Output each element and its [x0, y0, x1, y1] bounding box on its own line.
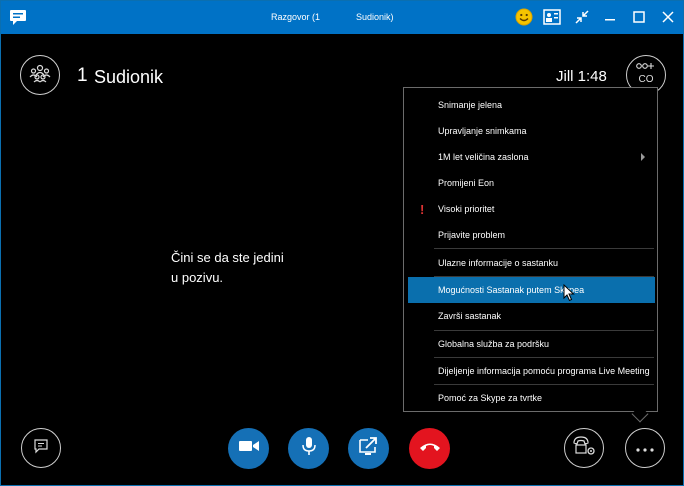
call-controls-icon — [571, 435, 597, 462]
minimize-icon[interactable] — [599, 6, 621, 28]
menu-item-label: Promijeni Eon — [438, 178, 495, 188]
video-camera-icon — [238, 438, 260, 459]
chat-button[interactable] — [21, 428, 61, 468]
menu-item-label: Snimanje jelena — [438, 100, 503, 110]
menu-item-report-problem[interactable]: Prijavite problem — [408, 222, 655, 248]
high-priority-icon: ! — [420, 201, 425, 217]
meeting-window: Razgovor (1 Sudionik) 1 Sudionik Jill 1:… — [0, 0, 684, 486]
menu-item-high-priority[interactable]: ! Visoki prioritet — [408, 196, 655, 222]
contact-card-icon[interactable] — [541, 6, 563, 28]
present-screen-icon — [358, 436, 379, 461]
menu-item-label: Globalna služba za podršku — [438, 339, 550, 349]
emoticon-icon[interactable] — [513, 6, 535, 28]
status-message: Čini se da ste jedini u pozivu. — [171, 248, 331, 288]
microphone-icon — [301, 436, 317, 461]
menu-item-record[interactable]: Snimanje jelena — [408, 92, 655, 118]
add-people-icon: CO — [633, 60, 659, 91]
menu-item-meeting-entry-info[interactable]: Ulazne informacije o sastanku — [408, 250, 655, 276]
title-bar: Razgovor (1 Sudionik) — [1, 1, 683, 34]
video-button[interactable] — [228, 428, 269, 469]
menu-item-meeting-options[interactable]: Mogućnosti Sastanak putem Skypea — [408, 277, 655, 303]
menu-item-label: Završi sastanak — [438, 311, 502, 321]
menu-item-label: 1M let veličina zaslona — [438, 152, 529, 162]
hang-up-icon — [419, 440, 441, 458]
more-options-menu: Snimanje jelena Upravljanje snimkama 1M … — [403, 87, 658, 412]
chat-bubble-icon — [9, 8, 27, 26]
present-button[interactable] — [348, 428, 389, 469]
add-people-label: CO — [639, 74, 654, 85]
close-icon[interactable] — [657, 6, 679, 28]
microphone-button[interactable] — [288, 428, 329, 469]
status-line-1: Čini se da ste jedini — [171, 250, 284, 265]
window-title: Razgovor (1 — [271, 12, 321, 22]
call-timer: Jill 1:48 — [556, 68, 607, 85]
menu-item-label: Dijeljenje informacija pomoću programa L… — [438, 366, 650, 376]
participants-icon — [29, 63, 51, 88]
mouse-cursor-icon — [563, 283, 575, 307]
call-controls-button[interactable] — [564, 428, 604, 468]
maximize-icon[interactable] — [628, 6, 650, 28]
menu-item-label: Pomoć za Skype za tvrtke — [438, 393, 543, 403]
menu-item-global-support[interactable]: Globalna služba za podršku — [408, 331, 655, 357]
participant-label: Sudionik — [94, 67, 164, 87]
status-line-2: u pozivu. — [171, 270, 224, 285]
menu-item-change-font[interactable]: Promijeni Eon — [408, 170, 655, 196]
menu-separator — [434, 248, 654, 249]
menu-item-screen-size[interactable]: 1M let veličina zaslona — [408, 144, 655, 170]
more-options-button[interactable] — [625, 428, 665, 468]
chat-icon — [33, 438, 49, 459]
menu-item-label: Upravljanje snimkama — [438, 126, 527, 136]
more-options-icon — [636, 439, 654, 457]
menu-item-live-meeting-info[interactable]: Dijeljenje informacija pomoću programa L… — [408, 358, 655, 384]
submenu-arrow-icon — [641, 153, 645, 161]
menu-item-label: Ulazne informacije o sastanku — [438, 258, 559, 268]
window-title-suffix: Sudionik) — [356, 12, 394, 22]
hang-up-button[interactable] — [409, 428, 450, 469]
menu-item-label: Visoki prioritet — [438, 204, 495, 214]
menu-item-label: Prijavite problem — [438, 230, 506, 240]
compact-view-icon[interactable] — [571, 6, 593, 28]
menu-item-help[interactable]: Pomoć za Skype za tvrtke — [408, 385, 655, 411]
menu-item-end-meeting[interactable]: Završi sastanak — [408, 303, 655, 329]
participants-button[interactable] — [20, 55, 60, 95]
participant-count: 1 — [77, 65, 88, 86]
menu-item-manage-recordings[interactable]: Upravljanje snimkama — [408, 118, 655, 144]
